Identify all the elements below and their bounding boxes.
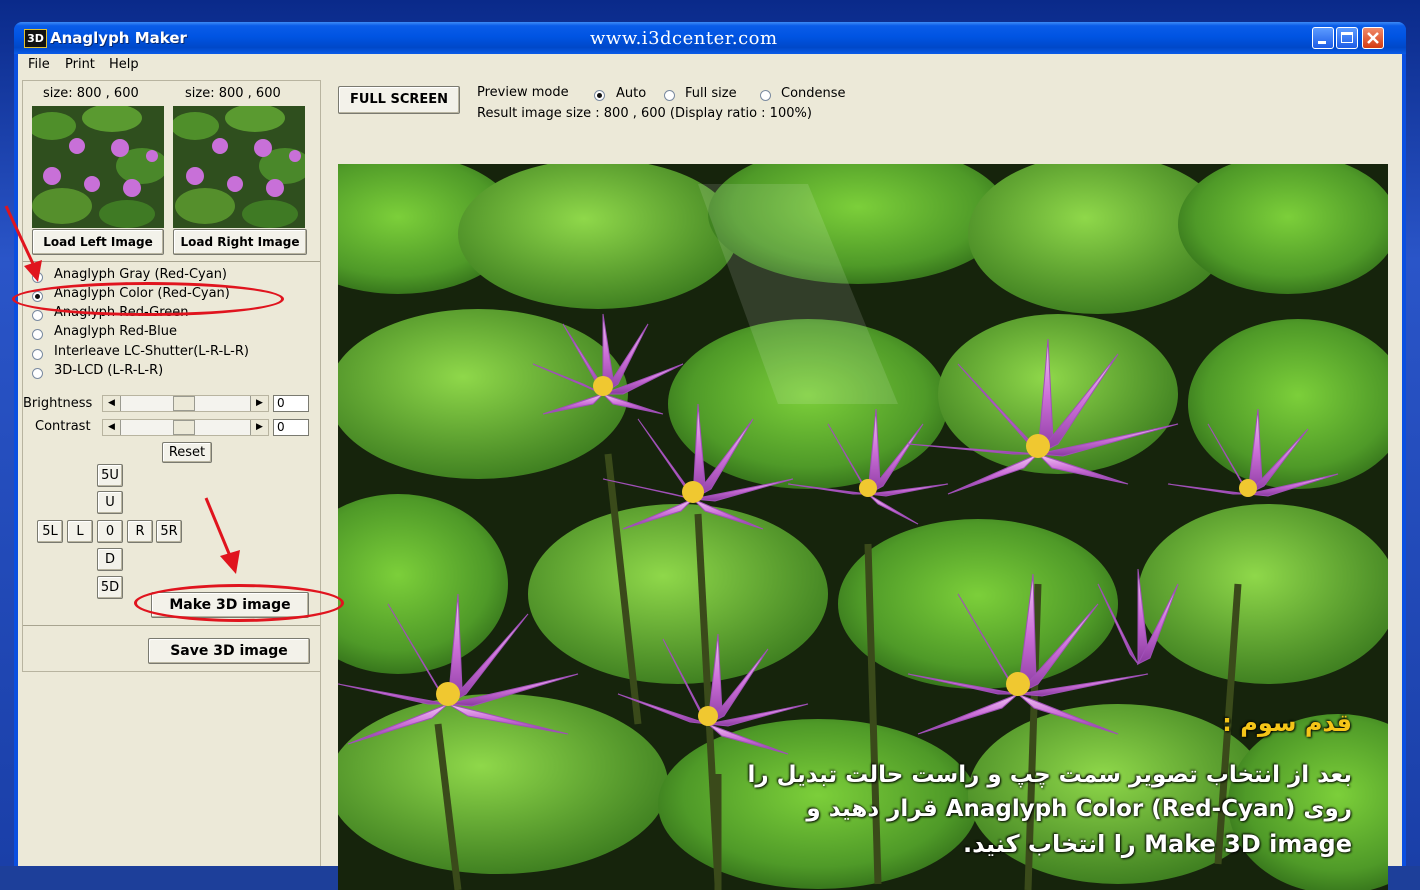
menu-bar: File Print Help xyxy=(18,54,1402,76)
brightness-right-arrow-icon[interactable]: ▶ xyxy=(250,396,268,411)
nav-5d-button[interactable]: 5D xyxy=(97,576,123,599)
close-button[interactable] xyxy=(1362,27,1384,49)
divider xyxy=(23,261,321,262)
nav-l-button[interactable]: L xyxy=(67,520,93,543)
load-right-image-button[interactable]: Load Right Image xyxy=(173,229,307,255)
brightness-knob[interactable] xyxy=(173,396,195,411)
mode-label-3d-lcd: 3D-LCD (L-R-L-R) xyxy=(54,363,164,378)
brightness-left-arrow-icon[interactable]: ◀ xyxy=(103,396,121,411)
minimize-icon xyxy=(1318,41,1326,44)
maximize-button[interactable] xyxy=(1336,27,1358,49)
client-area: File Print Help size: 800 , 600 size: 80… xyxy=(18,54,1402,890)
preview-full-size-label: Full size xyxy=(685,86,737,101)
step-title: قدم سوم : xyxy=(1222,709,1352,737)
panel-splitter[interactable] xyxy=(320,80,325,866)
nav-u-button[interactable]: U xyxy=(97,491,123,514)
reset-button[interactable]: Reset xyxy=(162,442,212,463)
mode-label-gray: Anaglyph Gray (Red-Cyan) xyxy=(54,267,227,282)
title-url: www.i3dcenter.com xyxy=(590,28,778,49)
contrast-label: Contrast xyxy=(35,419,91,434)
right-image-size: size: 800 , 600 xyxy=(185,86,281,101)
radio-3d-lcd[interactable] xyxy=(32,368,43,379)
mode-label-interleave: Interleave LC-Shutter(L-R-L-R) xyxy=(54,344,249,359)
preview-condense-label: Condense xyxy=(781,86,846,101)
radio-interleave[interactable] xyxy=(32,349,43,360)
radio-red-blue[interactable] xyxy=(32,329,43,340)
annotation-arrow-icon xyxy=(204,497,240,574)
mode-label-red-blue: Anaglyph Red-Blue xyxy=(54,324,177,339)
left-image-size: size: 800 , 600 xyxy=(43,86,139,101)
nav-d-button[interactable]: D xyxy=(97,548,123,571)
annotation-arrow-icon xyxy=(4,205,42,282)
contrast-slider[interactable]: ◀ ▶ xyxy=(102,419,269,436)
annotation-ellipse-make xyxy=(134,584,344,622)
nav-5l-button[interactable]: 5L xyxy=(37,520,63,543)
brightness-slider[interactable]: ◀ ▶ xyxy=(102,395,269,412)
title-bar[interactable]: 3D Anaglyph Maker www.i3dcenter.com xyxy=(14,22,1406,54)
brightness-value[interactable]: 0 xyxy=(273,395,309,412)
radio-condense[interactable] xyxy=(760,90,771,101)
nav-center-button[interactable]: 0 xyxy=(97,520,123,543)
radio-auto[interactable] xyxy=(594,90,605,101)
preview-image: قدم سوم : بعد از انتخاب تصویر سمت چپ و ر… xyxy=(338,164,1388,890)
brightness-label: Brightness xyxy=(23,396,93,411)
instruction-line-3: Make 3D image را انتخاب کنید. xyxy=(963,830,1352,858)
preview-auto-label: Auto xyxy=(616,86,647,101)
app-window: 3D Anaglyph Maker www.i3dcenter.com File… xyxy=(14,22,1406,890)
full-screen-button[interactable]: FULL SCREEN xyxy=(338,86,460,114)
menu-help[interactable]: Help xyxy=(109,57,139,72)
control-panel: size: 800 , 600 size: 800 , 600 Load Lef… xyxy=(22,80,322,672)
nav-r-button[interactable]: R xyxy=(127,520,153,543)
result-image-size: Result image size : 800 , 600 (Display r… xyxy=(477,106,812,121)
divider xyxy=(23,625,321,626)
close-icon xyxy=(1367,32,1379,44)
radio-red-green[interactable] xyxy=(32,310,43,321)
instruction-line-2: روی (Anaglyph Color (Red-Cyan قرار دهید … xyxy=(806,796,1352,822)
menu-print[interactable]: Print xyxy=(65,57,95,72)
right-image-thumbnail xyxy=(173,106,305,228)
radio-full-size[interactable] xyxy=(664,90,675,101)
save-3d-image-button[interactable]: Save 3D image xyxy=(148,638,310,664)
instruction-line-1: بعد از انتخاب تصویر سمت چپ و راست حالت ت… xyxy=(747,762,1353,788)
app-logo-icon: 3D xyxy=(24,29,47,48)
contrast-right-arrow-icon[interactable]: ▶ xyxy=(250,420,268,435)
contrast-knob[interactable] xyxy=(173,420,195,435)
nav-5r-button[interactable]: 5R xyxy=(156,520,182,543)
window-title: Anaglyph Maker xyxy=(50,29,187,47)
maximize-icon xyxy=(1341,32,1353,43)
contrast-value[interactable]: 0 xyxy=(273,419,309,436)
menu-file[interactable]: File xyxy=(28,57,50,72)
preview-mode-label: Preview mode xyxy=(477,85,569,100)
contrast-left-arrow-icon[interactable]: ◀ xyxy=(103,420,121,435)
nav-5u-button[interactable]: 5U xyxy=(97,464,123,487)
minimize-button[interactable] xyxy=(1312,27,1334,49)
